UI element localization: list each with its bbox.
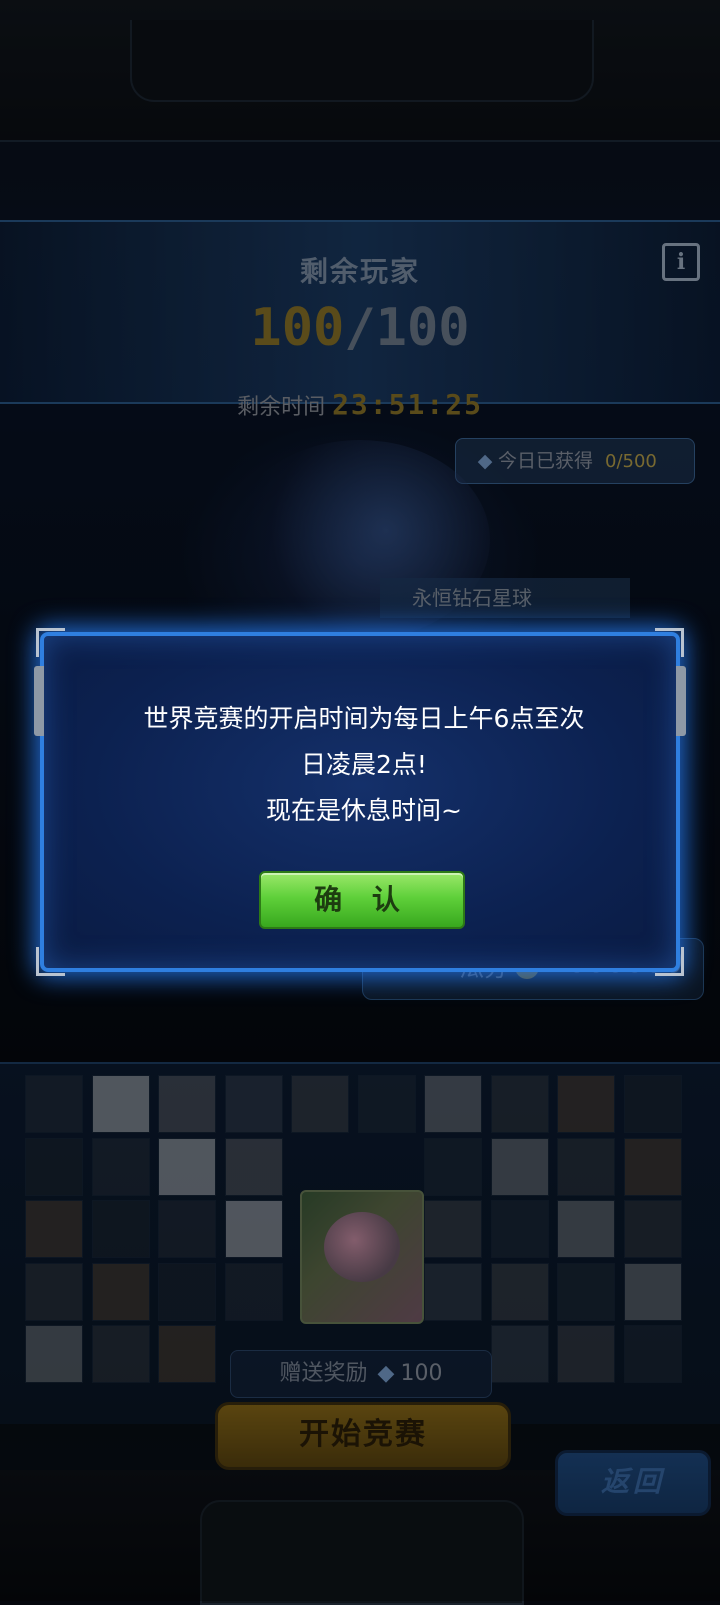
dialog-corner <box>655 947 684 976</box>
dialog-corner <box>36 947 65 976</box>
dialog-message-line: 现在是休息时间~ <box>266 796 462 825</box>
dialog-side-bracket <box>34 666 44 736</box>
dialog-corner <box>36 628 65 657</box>
dialog-message: 世界竞赛的开启时间为每日上午6点至次 日凌晨2点! 现在是休息时间~ <box>84 696 644 834</box>
rest-time-dialog: 世界竞赛的开启时间为每日上午6点至次 日凌晨2点! 现在是休息时间~ 确 认 <box>34 628 686 976</box>
dialog-message-line: 日凌晨2点! <box>301 750 427 779</box>
dialog-message-line: 世界竞赛的开启时间为每日上午6点至次 <box>143 704 585 733</box>
dialog-side-bracket <box>676 666 686 736</box>
confirm-button[interactable]: 确 认 <box>259 871 465 929</box>
dialog-corner <box>655 628 684 657</box>
